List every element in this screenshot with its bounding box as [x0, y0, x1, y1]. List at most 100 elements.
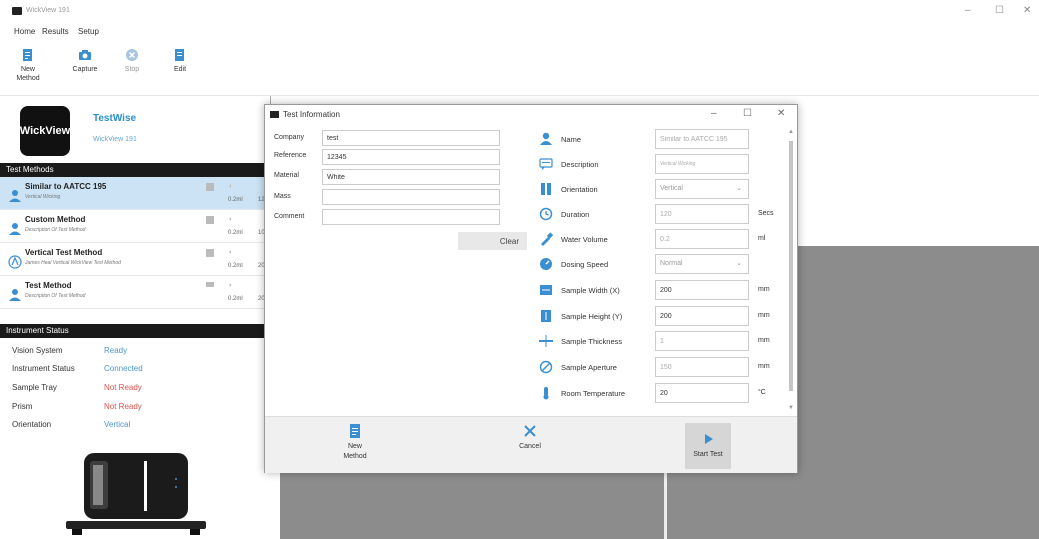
- test-information-dialog: Test Information – ☐ ✕ Company Reference…: [264, 104, 798, 473]
- name-input[interactable]: [655, 129, 749, 149]
- duration-input[interactable]: [655, 204, 749, 224]
- left-panel: WickView TestWise WickView 191 Test Meth…: [0, 96, 265, 539]
- maximize-button[interactable]: ☐: [995, 5, 1004, 16]
- description-label: Description: [561, 160, 599, 169]
- dialog-title: Test Information: [283, 110, 340, 119]
- dosing-speed-select[interactable]: Normal ⌄: [655, 254, 749, 274]
- sample-thickness-unit: mm: [758, 337, 770, 344]
- tab-home[interactable]: Home: [12, 27, 37, 36]
- edit-document-icon: [175, 49, 184, 61]
- duration-unit: Secs: [758, 210, 774, 217]
- method-desc: Description Of Test Method: [25, 227, 86, 233]
- material-label: Material: [274, 172, 299, 179]
- method-row[interactable]: Similar to AATCC 195 Vertical Wicking ◖ …: [0, 177, 265, 210]
- sample-thickness-label: Sample Thickness: [561, 337, 623, 346]
- new-method-button[interactable]: New Method: [14, 48, 42, 83]
- status-label: Prism: [12, 402, 33, 411]
- tab-setup[interactable]: Setup: [76, 27, 101, 36]
- sample-thickness-input[interactable]: [655, 331, 749, 351]
- dialog-close-button[interactable]: ✕: [777, 108, 785, 119]
- status-label: Orientation: [12, 420, 52, 429]
- status-value: Vertical: [104, 420, 131, 429]
- cancel-label: Cancel: [519, 443, 541, 450]
- thickness-icon: [539, 335, 553, 347]
- sample-height-label: Sample Height (Y): [561, 312, 623, 321]
- sample-width-unit: mm: [758, 286, 770, 293]
- ribbon-toolbar: New Method Capture Stop Edit: [0, 40, 1039, 96]
- edit-button[interactable]: Edit: [170, 48, 190, 74]
- brand-model: WickView 191: [93, 136, 137, 143]
- capture-button[interactable]: Capture: [70, 48, 100, 74]
- user-icon: [9, 223, 21, 235]
- water-volume-label: Water Volume: [561, 235, 608, 244]
- instrument-device-image: [66, 453, 206, 535]
- sample-height-row: Sample Height (Y) mm: [533, 306, 793, 328]
- stop-icon: [126, 49, 138, 61]
- new-method-footer-button[interactable]: New Method: [337, 423, 373, 462]
- orientation-row: Orientation Vertical ⌄: [533, 179, 793, 201]
- orientation-icon: [206, 249, 214, 257]
- water-volume-input[interactable]: [655, 229, 749, 249]
- water-drop-icon: ◖: [228, 249, 233, 256]
- duration-label: Duration: [561, 210, 590, 219]
- thermometer-icon: [543, 387, 549, 400]
- reference-input[interactable]: [322, 149, 500, 165]
- orientation-label: Orientation: [561, 185, 598, 194]
- aperture-icon: [539, 360, 553, 374]
- dialog-maximize-button[interactable]: ☐: [743, 108, 752, 119]
- stop-button[interactable]: Stop: [120, 48, 144, 74]
- material-input[interactable]: [322, 169, 500, 185]
- mass-input[interactable]: [322, 189, 500, 205]
- method-title: Similar to AATCC 195: [25, 182, 107, 191]
- mass-label: Mass: [274, 193, 291, 200]
- company-input[interactable]: [322, 130, 500, 146]
- status-row: Orientation Vertical: [12, 420, 262, 434]
- width-icon: [540, 285, 552, 295]
- clear-button[interactable]: Clear: [458, 232, 527, 250]
- chevron-down-icon: ⌄: [736, 185, 742, 192]
- room-temperature-input[interactable]: [655, 383, 749, 403]
- method-volume: 0.2ml: [228, 197, 243, 203]
- wickview-logo: WickView: [20, 106, 70, 156]
- sample-height-unit: mm: [758, 312, 770, 319]
- document-icon: [23, 49, 32, 61]
- scrollbar-thumb[interactable]: [789, 141, 793, 391]
- room-temperature-unit: °C: [758, 389, 766, 396]
- method-row[interactable]: Test Method Description Of Test Method ◖…: [0, 276, 265, 309]
- instrument-status-header: Instrument Status: [0, 324, 264, 338]
- name-label: Name: [561, 135, 582, 144]
- status-value: Not Ready: [104, 383, 142, 392]
- app-icon: [12, 7, 22, 15]
- sample-width-input[interactable]: [655, 280, 749, 300]
- dialog-minimize-button[interactable]: –: [711, 108, 717, 119]
- minimize-button[interactable]: –: [965, 5, 971, 16]
- orientation-select[interactable]: Vertical ⌄: [655, 179, 749, 199]
- app-icon: [270, 111, 279, 118]
- method-row[interactable]: Custom Method Description Of Test Method…: [0, 210, 265, 243]
- start-test-button[interactable]: Start Test: [685, 423, 731, 469]
- method-row[interactable]: Vertical Test Method James Heal Vertical…: [0, 243, 265, 276]
- dosing-speed-value: Normal: [660, 260, 683, 267]
- cancel-button[interactable]: Cancel: [515, 423, 545, 452]
- method-title: Test Method: [25, 281, 72, 290]
- play-icon: [705, 434, 713, 444]
- status-label: Instrument Status: [12, 364, 75, 373]
- sample-thickness-row: Sample Thickness mm: [533, 331, 793, 353]
- scroll-down-arrow-icon[interactable]: ▼: [788, 405, 794, 411]
- reference-label: Reference: [274, 152, 307, 159]
- scroll-up-arrow-icon[interactable]: ▲: [788, 129, 794, 135]
- tab-results[interactable]: Results: [40, 27, 71, 36]
- sample-aperture-row: Sample Aperture mm: [533, 357, 793, 379]
- comment-input[interactable]: [322, 209, 500, 225]
- water-drop-icon: ◖: [228, 216, 233, 223]
- close-button[interactable]: ✕: [1023, 5, 1031, 16]
- room-temperature-row: Room Temperature °C: [533, 383, 793, 405]
- method-desc: Vertical Wicking: [25, 194, 61, 200]
- sample-aperture-label: Sample Aperture: [561, 363, 617, 372]
- orientation-value: Vertical: [660, 185, 683, 192]
- sample-aperture-input[interactable]: [655, 357, 749, 377]
- sample-height-input[interactable]: [655, 306, 749, 326]
- dialog-scrollbar[interactable]: ▲ ▼: [787, 127, 795, 417]
- description-input[interactable]: [655, 154, 749, 174]
- water-volume-row: Water Volume ml: [533, 229, 793, 251]
